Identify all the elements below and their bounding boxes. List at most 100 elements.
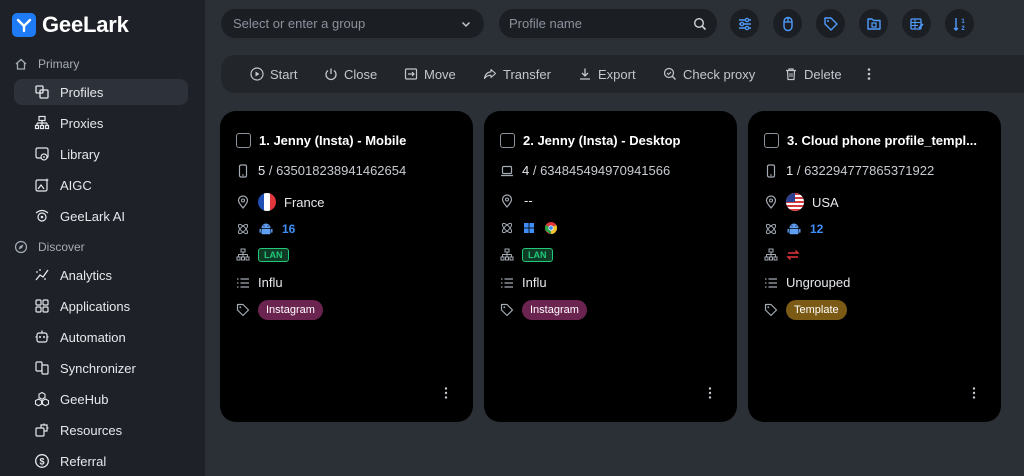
delete-button[interactable]: Delete xyxy=(784,55,842,93)
transfer-label: Transfer xyxy=(503,66,551,82)
discover-section-header: Discover xyxy=(14,240,85,254)
trash-icon xyxy=(786,68,796,81)
more-vertical-icon[interactable] xyxy=(971,386,977,400)
location-pin-icon xyxy=(765,195,777,209)
synchronizer-icon xyxy=(35,361,49,375)
search-placeholder: Profile name xyxy=(509,16,582,31)
check-proxy-label: Check proxy xyxy=(683,66,756,82)
sidebar-item-label: Library xyxy=(60,146,100,162)
profile-title[interactable]: 3. Cloud phone profile_templ... xyxy=(787,133,977,148)
profile-group: Influ xyxy=(522,275,547,290)
edit-table-icon xyxy=(909,17,924,30)
export-button[interactable]: Export xyxy=(578,55,636,93)
fingerprint-atom-icon xyxy=(765,223,777,235)
compass-icon xyxy=(14,240,28,254)
batch-edit-button[interactable] xyxy=(902,9,931,38)
location-pin-icon xyxy=(237,195,249,209)
device-filter-button[interactable] xyxy=(773,9,802,38)
move-label: Move xyxy=(424,66,456,82)
check-proxy-button[interactable]: Check proxy xyxy=(663,55,755,93)
transfer-button[interactable]: Transfer xyxy=(483,55,551,93)
delete-label: Delete xyxy=(804,66,842,82)
sidebar-item-label: AIGC xyxy=(60,177,92,193)
profile-location: France xyxy=(284,194,325,210)
start-button[interactable]: Start xyxy=(250,55,297,93)
tag-icon xyxy=(236,303,250,317)
library-icon xyxy=(35,147,49,161)
profile-card[interactable]: 1. Jenny (Insta) - Mobile 5 / 6350182389… xyxy=(220,111,473,422)
share-arrow-icon xyxy=(483,68,497,80)
network-tree-icon xyxy=(500,248,514,261)
profile-card[interactable]: 3. Cloud phone profile_templ... 1 / 6322… xyxy=(748,111,1001,422)
sort-button[interactable]: 12 xyxy=(945,9,974,38)
sidebar-item-applications[interactable]: Applications xyxy=(14,293,188,319)
sidebar-item-synchronizer[interactable]: Synchronizer xyxy=(14,355,188,381)
more-vertical-icon[interactable] xyxy=(443,386,449,400)
automation-icon xyxy=(35,330,49,343)
folder-icon xyxy=(866,17,881,30)
profile-id: 635018238941462654 xyxy=(276,163,407,178)
referral-icon: $ xyxy=(35,454,49,468)
select-checkbox[interactable] xyxy=(764,133,779,148)
sidebar-item-library[interactable]: Library xyxy=(14,141,188,167)
sidebar-item-label: GeeHub xyxy=(60,391,109,407)
sidebar-item-geehub[interactable]: GeeHub xyxy=(14,386,188,412)
download-icon xyxy=(580,68,590,80)
profile-tag[interactable]: Instagram xyxy=(258,300,323,320)
sidebar-item-profiles[interactable]: Profiles xyxy=(14,79,188,105)
move-icon xyxy=(404,68,418,80)
move-button[interactable]: Move xyxy=(404,55,456,93)
android-version: 16 xyxy=(282,222,296,236)
more-actions-button[interactable] xyxy=(865,55,873,93)
mobile-device-icon xyxy=(238,163,248,178)
android-icon xyxy=(787,223,801,235)
filter-settings-button[interactable] xyxy=(730,9,759,38)
sidebar-item-referral[interactable]: $ Referral xyxy=(14,448,188,474)
android-version: 12 xyxy=(810,222,824,236)
sidebar-item-resources[interactable]: Resources xyxy=(14,417,188,443)
sidebar-item-label: Proxies xyxy=(60,115,104,131)
close-button[interactable]: Close xyxy=(324,55,377,93)
tags-filter-button[interactable] xyxy=(816,9,845,38)
action-toolbar: Start Close Move Transfer Export Check p… xyxy=(221,55,1024,93)
profile-location: -- xyxy=(524,193,533,208)
sidebar-item-aigc[interactable]: AIGC xyxy=(14,172,188,198)
aigc-icon xyxy=(35,178,49,192)
group-select[interactable]: Select or enter a group xyxy=(221,9,484,38)
search-icon[interactable] xyxy=(693,17,707,31)
select-checkbox[interactable] xyxy=(236,133,251,148)
france-flag-icon xyxy=(258,193,276,211)
group-select-placeholder: Select or enter a group xyxy=(233,16,366,31)
list-icon xyxy=(765,277,777,288)
profile-title[interactable]: 1. Jenny (Insta) - Mobile xyxy=(259,133,406,148)
profile-search-input[interactable]: Profile name xyxy=(499,9,717,38)
sidebar-item-automation[interactable]: Automation xyxy=(14,324,188,350)
profile-tag[interactable]: Instagram xyxy=(522,300,587,320)
sidebar-item-geelark-ai[interactable]: GeeLark AI xyxy=(14,203,188,229)
app-logo[interactable]: GeeLark xyxy=(12,12,129,38)
profile-card[interactable]: 2. Jenny (Insta) - Desktop 4 / 634845494… xyxy=(484,111,737,422)
sidebar-item-label: Resources xyxy=(60,422,123,438)
svg-text:$: $ xyxy=(39,457,44,467)
profile-id: 632294777865371922 xyxy=(804,163,935,178)
laptop-device-icon xyxy=(501,165,513,176)
sidebar-item-label: Synchronizer xyxy=(60,360,136,376)
proxies-icon xyxy=(34,115,50,130)
power-icon xyxy=(325,68,337,81)
geelark-ai-icon xyxy=(35,209,49,222)
svg-text:1: 1 xyxy=(961,19,965,25)
primary-section-header: Primary xyxy=(14,57,79,71)
close-label: Close xyxy=(344,66,378,82)
more-vertical-icon[interactable] xyxy=(707,386,713,400)
profile-title[interactable]: 2. Jenny (Insta) - Desktop xyxy=(523,133,680,148)
sidebar-item-proxies[interactable]: Proxies xyxy=(14,110,188,136)
home-icon xyxy=(15,58,27,70)
folder-view-button[interactable] xyxy=(859,9,888,38)
chevron-down-icon xyxy=(461,21,471,27)
android-icon xyxy=(259,223,273,235)
sidebar-item-analytics[interactable]: Analytics xyxy=(14,262,188,288)
tag-icon xyxy=(764,303,778,317)
sidebar-item-label: Analytics xyxy=(60,267,113,283)
select-checkbox[interactable] xyxy=(500,133,515,148)
profile-tag[interactable]: Template xyxy=(786,300,847,320)
